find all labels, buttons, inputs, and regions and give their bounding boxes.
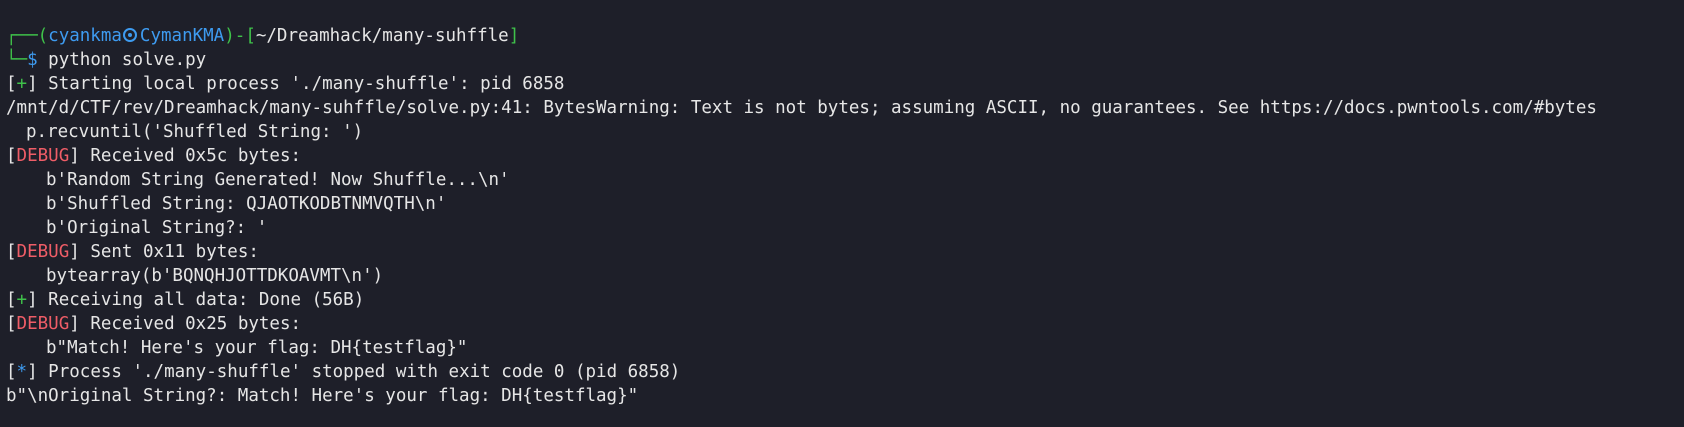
prompt-user: cyankma bbox=[48, 26, 122, 46]
prompt-dash: - bbox=[234, 26, 246, 46]
debug-bracket-close: ] bbox=[69, 242, 80, 262]
debug-tag: DEBUG bbox=[16, 146, 70, 166]
output-line-6: b'Shuffled String: QJAOTKODBTNMVQTH\n' bbox=[6, 192, 1684, 216]
output-text: Received 0x25 bytes: bbox=[79, 314, 302, 334]
prompt-corner-bottom: └─ bbox=[6, 50, 28, 70]
output-text: b"\nOriginal String?: Match! Here's your… bbox=[6, 386, 639, 406]
prompt-dollar: $ bbox=[27, 50, 38, 70]
debug-tag: DEBUG bbox=[16, 314, 70, 334]
prompt-dir-close: ] bbox=[508, 26, 520, 46]
output-text: Receiving all data: Done (56B) bbox=[37, 290, 365, 310]
output-line-13: [*] Process './many-shuffle' stopped wit… bbox=[6, 360, 1684, 384]
debug-bracket-close: ] bbox=[69, 314, 80, 334]
output-line-8: [DEBUG] Sent 0x11 bytes: bbox=[6, 240, 1684, 264]
command-text: python solve.py bbox=[48, 50, 207, 70]
status-plus: + bbox=[16, 290, 28, 310]
output-text: b'Random String Generated! Now Shuffle..… bbox=[46, 170, 510, 190]
prompt-paren-open: ( bbox=[37, 26, 49, 46]
output-text: Process './many-shuffle' stopped with ex… bbox=[37, 362, 681, 382]
output-line-9: bytearray(b'BQNQHJOTTDKOAVMT\n') bbox=[6, 264, 1684, 288]
output-text: b'Original String?: ' bbox=[46, 218, 268, 238]
warning-text: /mnt/d/CTF/rev/Dreamhack/many-suhffle/so… bbox=[6, 98, 1597, 118]
output-line-3: p.recvuntil('Shuffled String: ') bbox=[6, 120, 1684, 144]
output-line-12: b"Match! Here's your flag: DH{testflag}" bbox=[6, 336, 1684, 360]
prompt-line: ┌──(cyankma CymanKMA)-[~/Dreamhack/many-s… bbox=[6, 24, 1684, 48]
prompt-paren-close: ) bbox=[224, 26, 235, 46]
warning-source-text: p.recvuntil('Shuffled String: ') bbox=[26, 122, 364, 142]
prompt-dir-open: [ bbox=[245, 26, 256, 46]
prompt-path: ~/Dreamhack/many-suhffle bbox=[255, 26, 509, 46]
status-star: * bbox=[16, 362, 28, 382]
command-line: └─$ python solve.py bbox=[6, 48, 1684, 72]
output-text: Starting local process './many-shuffle':… bbox=[37, 74, 565, 94]
debug-tag: DEBUG bbox=[16, 242, 70, 262]
status-bracket-close: ] bbox=[27, 290, 38, 310]
status-bracket-open: [ bbox=[6, 362, 17, 382]
output-line-5: b'Random String Generated! Now Shuffle..… bbox=[6, 168, 1684, 192]
prompt-host: CymanKMA bbox=[139, 26, 225, 46]
output-line-7: b'Original String?: ' bbox=[6, 216, 1684, 240]
debug-bracket-open: [ bbox=[6, 314, 17, 334]
output-line-10: [+] Receiving all data: Done (56B) bbox=[6, 288, 1684, 312]
status-bracket-close: ] bbox=[27, 74, 38, 94]
output-text: b"Match! Here's your flag: DH{testflag}" bbox=[46, 338, 468, 358]
output-text: b'Shuffled String: QJAOTKODBTNMVQTH\n' bbox=[46, 194, 447, 214]
output-line-4: [DEBUG] Received 0x5c bytes: bbox=[6, 144, 1684, 168]
debug-bracket-close: ] bbox=[69, 146, 80, 166]
output-line-14: b"\nOriginal String?: Match! Here's your… bbox=[6, 384, 1684, 408]
status-plus: + bbox=[16, 74, 28, 94]
skull-icon bbox=[122, 28, 137, 42]
output-text: bytearray(b'BQNQHJOTTDKOAVMT\n') bbox=[46, 266, 384, 286]
output-text: Received 0x5c bytes: bbox=[79, 146, 302, 166]
status-bracket-open: [ bbox=[6, 290, 17, 310]
output-line-11: [DEBUG] Received 0x25 bytes: bbox=[6, 312, 1684, 336]
output-line-1: [+] Starting local process './many-shuff… bbox=[6, 72, 1684, 96]
terminal-window[interactable]: ┌──(cyankma CymanKMA)-[~/Dreamhack/many-s… bbox=[0, 0, 1684, 427]
status-bracket-close: ] bbox=[27, 362, 38, 382]
prompt-corner-top: ┌── bbox=[6, 26, 38, 46]
debug-bracket-open: [ bbox=[6, 146, 17, 166]
debug-bracket-open: [ bbox=[6, 242, 17, 262]
output-text: Sent 0x11 bytes: bbox=[79, 242, 259, 262]
output-line-2: /mnt/d/CTF/rev/Dreamhack/many-suhffle/so… bbox=[6, 96, 1684, 120]
status-bracket-open: [ bbox=[6, 74, 17, 94]
